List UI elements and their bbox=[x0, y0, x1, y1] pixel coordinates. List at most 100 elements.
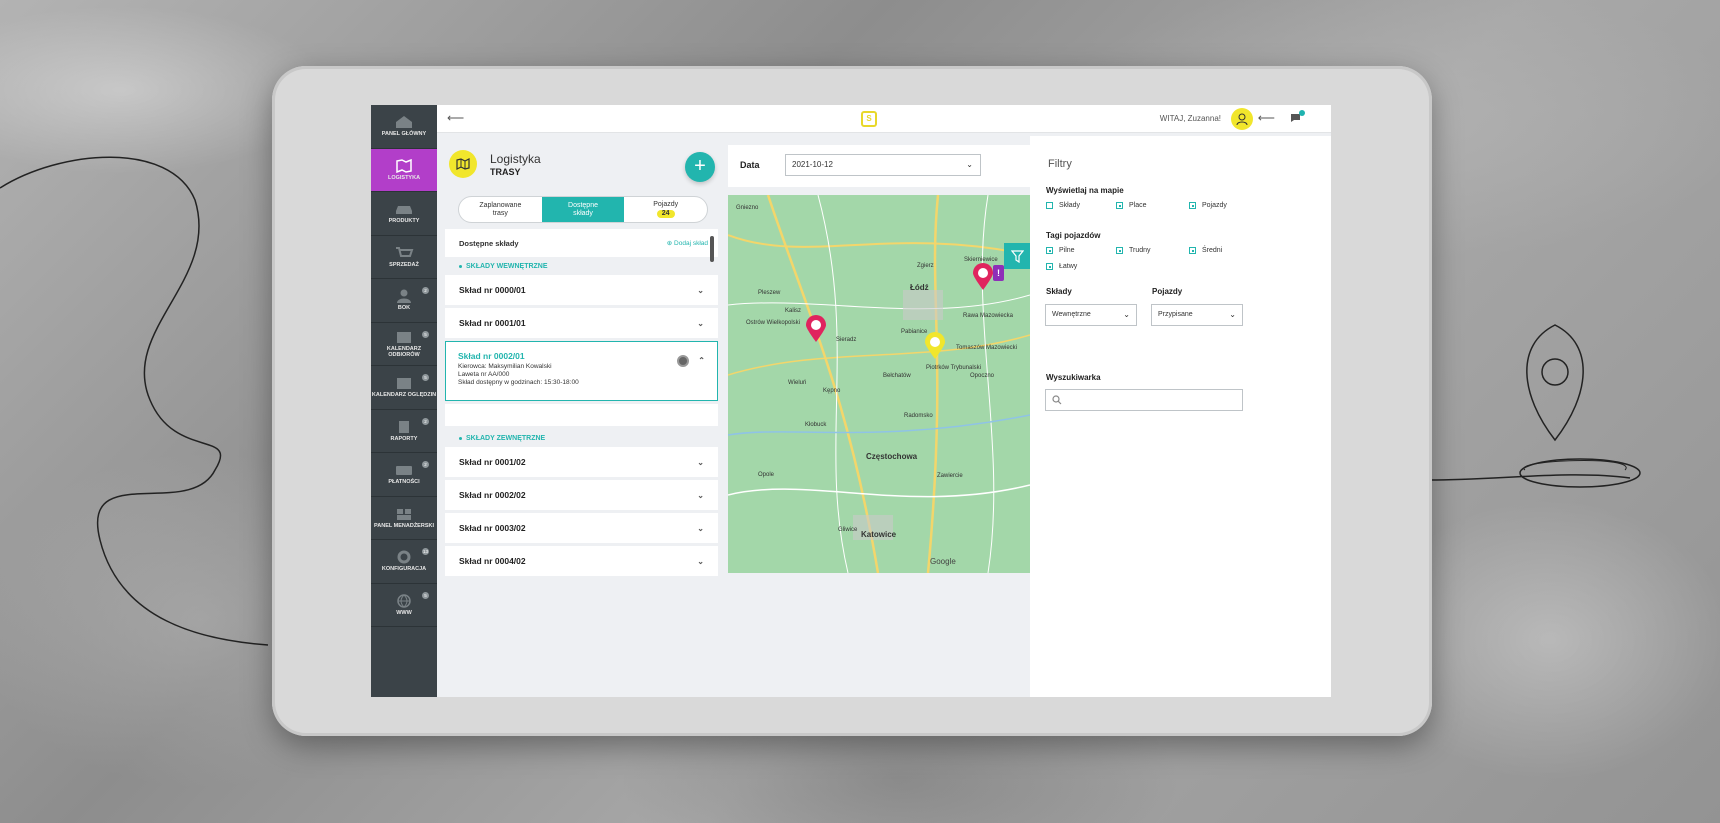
checkbox-box bbox=[1189, 247, 1196, 254]
back-arrow-icon[interactable]: ⟵ bbox=[447, 111, 464, 125]
sidebar-item-platnosci[interactable]: Płatności 2 bbox=[371, 453, 437, 497]
sidebar-item-label: Produkty bbox=[388, 218, 420, 225]
sidebar-item-konfiguracja[interactable]: Konfiguracja 13 bbox=[371, 540, 437, 584]
map-city-label: Kalisz bbox=[785, 308, 802, 314]
search-input[interactable] bbox=[1066, 396, 1236, 404]
checkbox-box bbox=[1046, 202, 1053, 209]
checkbox-sredni[interactable]: Średni bbox=[1189, 247, 1222, 254]
add-route-button[interactable]: + bbox=[685, 152, 715, 182]
topbar: ⟵ S WITAJ, Zuzanna! ⟵ bbox=[437, 105, 1331, 133]
map-filter-button[interactable] bbox=[1004, 243, 1030, 269]
sidebar-item-produkty[interactable]: Produkty bbox=[371, 192, 437, 236]
depots-select[interactable]: Wewnętrzne ⌄ bbox=[1045, 304, 1137, 326]
list-item[interactable]: Skład nr 0003/02 ⌄ bbox=[445, 513, 718, 543]
chevron-down-icon[interactable]: ⌄ bbox=[697, 491, 704, 500]
list-item[interactable]: Skład nr 0000/01 ⌄ bbox=[445, 275, 718, 305]
search-field[interactable] bbox=[1045, 389, 1243, 411]
checkbox-sklady[interactable]: Składy bbox=[1046, 202, 1080, 209]
date-select[interactable]: 2021-10-12 ⌄ bbox=[785, 154, 981, 176]
vehicle-tags-label: Tagi pojazdów bbox=[1046, 231, 1101, 240]
depot-vehicle: Laweta nr AA/000 bbox=[458, 371, 510, 378]
map-view[interactable]: ! Łódź Częstochowa Katowice Kalisz Sieradz Pi… bbox=[728, 195, 1030, 573]
checkbox-box bbox=[1116, 202, 1123, 209]
chevron-down-icon[interactable]: ⌄ bbox=[697, 524, 704, 533]
checkbox-pilne[interactable]: Pilne bbox=[1046, 247, 1075, 254]
checkbox-box bbox=[1116, 247, 1123, 254]
checkbox-label: Składy bbox=[1059, 202, 1081, 209]
chevron-down-icon[interactable]: ⌄ bbox=[697, 319, 704, 328]
dashboard-icon bbox=[397, 508, 411, 520]
locate-icon[interactable] bbox=[677, 355, 689, 367]
notification-badge: 2 bbox=[422, 287, 429, 294]
section-label: Składy wewnętrzne bbox=[466, 262, 548, 270]
section-header: Logistyka TRASY + bbox=[437, 133, 727, 195]
depot-title: Skład nr 0001/01 bbox=[459, 318, 526, 328]
map-city-label: Bełchatów bbox=[883, 373, 911, 379]
map-icon bbox=[449, 150, 477, 178]
gear-icon bbox=[397, 550, 411, 564]
add-depot-link[interactable]: ⊕ Dodaj skład bbox=[667, 239, 708, 247]
date-value: 2021-10-12 bbox=[792, 160, 833, 169]
sidebar-item-kalendarz-ogledzin[interactable]: Kalendarz oględzin 5 bbox=[371, 366, 437, 410]
tab-label: Dostępne składy bbox=[568, 201, 598, 217]
list-item[interactable]: Skład nr 0004/02 ⌄ bbox=[445, 546, 718, 576]
tab-zaplanowane-trasy[interactable]: Zaplanowane trasy bbox=[459, 197, 542, 222]
checkbox-place[interactable]: Place bbox=[1116, 202, 1147, 209]
cart-icon bbox=[396, 246, 414, 257]
checkbox-pojazdy[interactable]: Pojazdy bbox=[1189, 202, 1227, 209]
app-logo: S bbox=[861, 111, 877, 127]
list-item[interactable]: Skład nr 0002/02 ⌄ bbox=[445, 480, 718, 510]
vehicle-pin-icon[interactable] bbox=[924, 332, 946, 360]
list-item[interactable]: Skład nr 0001/02 ⌄ bbox=[445, 447, 718, 477]
notification-badge: 13 bbox=[422, 548, 429, 555]
chevron-down-icon[interactable]: ⌄ bbox=[697, 458, 704, 467]
list-scrollbar[interactable] bbox=[710, 236, 714, 262]
chevron-down-icon[interactable]: ⌄ bbox=[697, 286, 704, 295]
depot-title: Skład nr 0002/02 bbox=[459, 490, 526, 500]
sidebar-item-bok[interactable]: BOK 2 bbox=[371, 279, 437, 323]
app-screen: Panel główny Logistyka Produkty Sprzedaż… bbox=[371, 105, 1331, 697]
checkbox-box bbox=[1046, 263, 1053, 270]
map-city-label: Tomaszów Mazowiecki bbox=[956, 345, 1018, 351]
sidebar-item-label: Raporty bbox=[390, 435, 418, 442]
tab-dostepne-sklady[interactable]: Dostępne składy bbox=[541, 197, 625, 222]
map-icon bbox=[396, 158, 412, 173]
logout-icon[interactable]: ⟵ bbox=[1258, 111, 1275, 125]
vehicles-select[interactable]: Przypisane ⌄ bbox=[1151, 304, 1243, 326]
vehicle-pin-icon[interactable] bbox=[805, 315, 827, 343]
vehicles-select-value: Przypisane bbox=[1158, 311, 1193, 318]
sidebar-item-raporty[interactable]: Raporty 2 bbox=[371, 410, 437, 453]
sidebar-item-label: Kalendarz oględzin bbox=[371, 392, 437, 399]
map-city-label: Sieradz bbox=[836, 337, 857, 343]
map-city-label: Kępno bbox=[823, 388, 841, 394]
checkbox-trudny[interactable]: Trudny bbox=[1116, 247, 1151, 254]
notification-badge: 5 bbox=[422, 591, 429, 599]
vehicle-pin-icon[interactable] bbox=[972, 263, 994, 291]
search-label: Wyszukiwarka bbox=[1046, 373, 1101, 382]
sidebar-item-panel-menadzerski[interactable]: Panel menadżerski bbox=[371, 497, 437, 540]
sidebar-item-label: Sprzedaż bbox=[389, 261, 419, 268]
sidebar-item-panel-glowny[interactable]: Panel główny bbox=[371, 105, 437, 149]
sidebar-item-www[interactable]: WWW 5 bbox=[371, 584, 437, 627]
sidebar-item-logistyka[interactable]: Logistyka bbox=[371, 148, 437, 192]
list-item[interactable]: Skład nr 0001/01 ⌄ bbox=[445, 308, 718, 338]
bullet bbox=[459, 436, 462, 440]
map-city-label: Pleszew bbox=[758, 290, 781, 296]
sidebar-item-label: BOK bbox=[397, 305, 411, 312]
date-label: Data bbox=[740, 160, 760, 170]
map-city-label: Opoczno bbox=[970, 373, 995, 379]
avatar[interactable] bbox=[1231, 108, 1253, 130]
chevron-down-icon[interactable]: ⌄ bbox=[697, 557, 704, 566]
map-city-label: Skierniewice bbox=[964, 257, 998, 263]
chevron-up-icon[interactable]: ⌃ bbox=[698, 356, 705, 365]
sidebar-item-sprzedaz[interactable]: Sprzedaż bbox=[371, 236, 437, 279]
sidebar-item-kalendarz-odbiorow[interactable]: Kalendarz odbiorów 5 bbox=[371, 323, 437, 366]
tab-pojazdy[interactable]: Pojazdy 24 bbox=[624, 197, 707, 222]
list-title: Dostępne składy bbox=[459, 238, 519, 248]
list-item-expanded[interactable]: Skład nr 0002/01 Kierowca: Maksymilian K… bbox=[445, 341, 718, 401]
alert-marker[interactable]: ! bbox=[993, 265, 1004, 281]
section-internal-depots: Składy wewnętrzne bbox=[445, 257, 718, 275]
checkbox-latwy[interactable]: Łatwy bbox=[1046, 263, 1077, 270]
list-header: Dostępne składy ⊕ Dodaj skład bbox=[445, 229, 718, 257]
depots-filter-label: Składy bbox=[1046, 287, 1072, 296]
